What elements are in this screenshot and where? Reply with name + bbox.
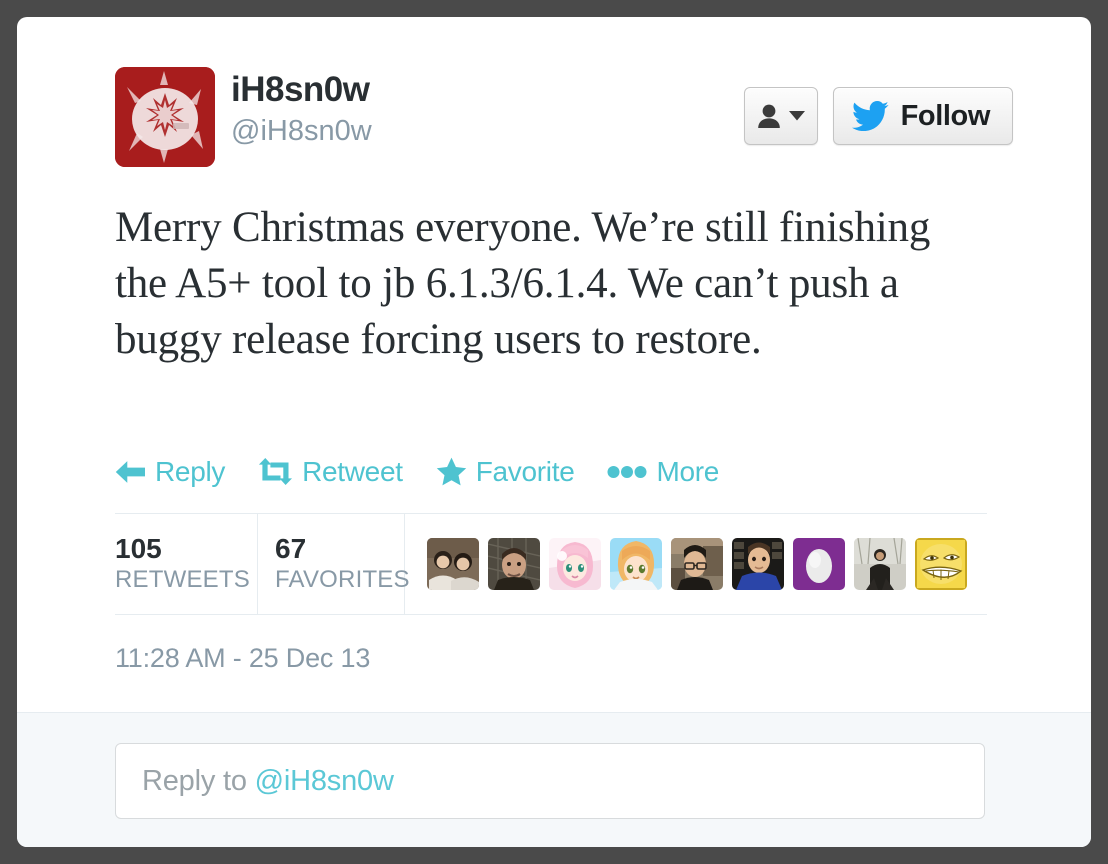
reply-placeholder: Reply to @iH8sn0w bbox=[142, 764, 394, 797]
favorites-label: FAVORITES bbox=[275, 566, 410, 593]
retweets-stat[interactable]: 105 RETWEETS bbox=[115, 514, 258, 614]
facepile-avatar-6[interactable] bbox=[732, 538, 784, 590]
user-icon bbox=[758, 104, 780, 128]
favorites-stat[interactable]: 67 FAVORITES bbox=[258, 514, 410, 614]
more-action-label: More bbox=[656, 455, 720, 487]
reply-input[interactable]: Reply to @iH8sn0w bbox=[115, 743, 985, 819]
facepile-avatar-5[interactable] bbox=[671, 538, 723, 590]
author-screen-name[interactable]: @iH8sn0w bbox=[231, 112, 372, 150]
author-display-name[interactable]: iH8sn0w bbox=[231, 69, 372, 111]
user-actions-dropdown-button[interactable] bbox=[743, 87, 818, 145]
tweet-timestamp[interactable]: 11:28 AM - 25 Dec 13 bbox=[115, 642, 370, 674]
ellipsis-icon bbox=[607, 465, 647, 478]
facepile-avatar-2[interactable] bbox=[488, 538, 540, 590]
facepile-avatar-1[interactable] bbox=[427, 538, 479, 590]
star-icon bbox=[436, 457, 466, 486]
tweet-header: iH8sn0w @iH8sn0w Follow bbox=[115, 67, 1013, 173]
tweet-body: iH8sn0w @iH8sn0w Follow Merry Christmas … bbox=[17, 17, 1091, 712]
facepile-avatar-4[interactable] bbox=[610, 538, 662, 590]
reply-placeholder-prefix: Reply to bbox=[142, 764, 255, 797]
tweet-footer: Reply to @iH8sn0w bbox=[17, 712, 1091, 847]
twitter-bird-icon bbox=[851, 101, 889, 131]
favorite-action-label: Favorite bbox=[475, 455, 575, 487]
retweet-icon bbox=[258, 458, 293, 485]
reply-arrow-icon bbox=[115, 460, 145, 483]
facepile bbox=[405, 514, 987, 614]
favorite-action[interactable]: Favorite bbox=[436, 457, 575, 486]
follow-controls: Follow bbox=[743, 87, 1013, 145]
tweet-actions: Reply Retweet Favorite More bbox=[115, 457, 719, 486]
tweet-stats: 105 RETWEETS 67 FAVORITES bbox=[115, 513, 987, 615]
favorites-count: 67 bbox=[275, 533, 307, 564]
author-name-block: iH8sn0w @iH8sn0w bbox=[231, 69, 372, 150]
more-action[interactable]: More bbox=[607, 455, 720, 487]
reply-action[interactable]: Reply bbox=[115, 455, 226, 487]
reply-placeholder-mention: @iH8sn0w bbox=[254, 764, 394, 797]
retweets-count: 105 bbox=[115, 533, 162, 564]
facepile-avatar-3[interactable] bbox=[549, 538, 601, 590]
ih8sn0w-avatar[interactable] bbox=[115, 67, 215, 167]
reply-action-label: Reply bbox=[155, 455, 226, 487]
retweet-action[interactable]: Retweet bbox=[258, 455, 403, 487]
tweet-card: iH8sn0w @iH8sn0w Follow Merry Christmas … bbox=[17, 17, 1091, 847]
facepile-avatar-8[interactable] bbox=[854, 538, 906, 590]
retweets-label: RETWEETS bbox=[115, 566, 250, 593]
retweet-action-label: Retweet bbox=[302, 455, 403, 487]
follow-button-label: Follow bbox=[900, 99, 991, 132]
follow-button[interactable]: Follow bbox=[832, 87, 1013, 145]
facepile-avatar-7[interactable] bbox=[793, 538, 845, 590]
facepile-avatar-9[interactable] bbox=[915, 538, 967, 590]
chevron-down-icon bbox=[789, 111, 806, 121]
tweet-text: Merry Christmas everyone. We’re still fi… bbox=[115, 204, 931, 363]
